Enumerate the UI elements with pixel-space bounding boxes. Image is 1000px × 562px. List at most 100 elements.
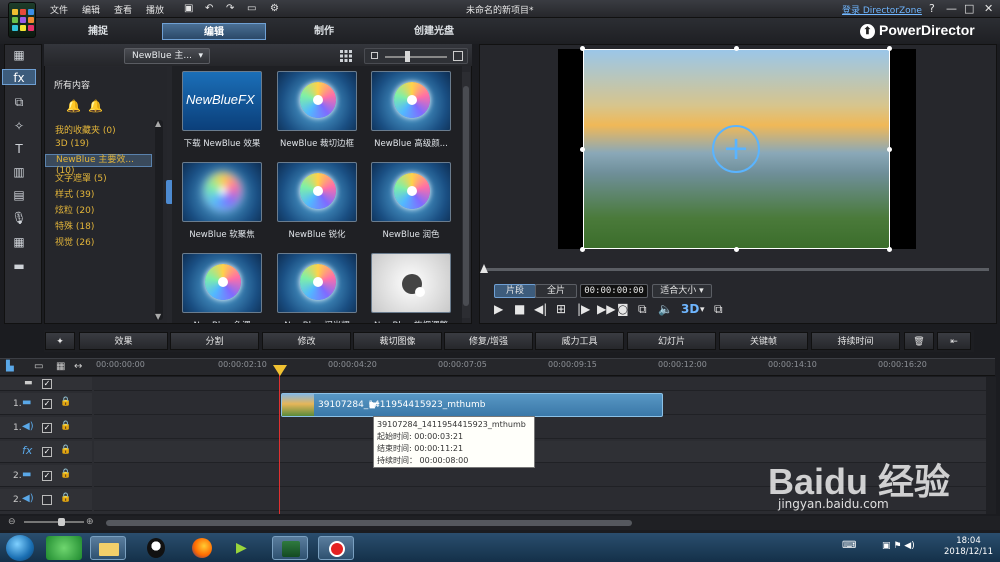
subtitle-room-icon[interactable]: ▬	[9, 258, 29, 274]
save-icon[interactable]: ▣	[184, 3, 193, 14]
qq-icon[interactable]	[138, 536, 174, 560]
effect-room-icon[interactable]: fx	[2, 69, 36, 85]
tab-capture[interactable]: 捕捉	[46, 23, 150, 40]
maximize-button[interactable]: □	[964, 2, 974, 15]
storyboard-view-icon[interactable]: ▭	[34, 361, 43, 372]
effect-thumb-soft-focus[interactable]	[182, 162, 262, 222]
3d-toggle[interactable]: 3D	[681, 302, 699, 316]
chevron-down-icon[interactable]: ▾	[700, 305, 705, 315]
timeline-horizontal-scrollbar[interactable]	[0, 516, 1000, 530]
voice-over-icon[interactable]: 🎙	[9, 210, 29, 226]
resize-handle[interactable]	[887, 147, 892, 152]
category-dropdown[interactable]: NewBlue 主... ▾	[124, 48, 210, 64]
video-track-2-checkbox[interactable]: ✓	[42, 471, 52, 481]
category-item-3d[interactable]: 3D (19)	[55, 139, 89, 149]
powerdirector-taskbar-icon[interactable]	[272, 536, 308, 560]
effect-thumb-retouch[interactable]	[371, 162, 451, 222]
slider-thumb[interactable]	[405, 51, 410, 62]
login-directorzone-link[interactable]: 登录 DirectorZone	[842, 3, 922, 16]
fast-forward-icon[interactable]: ▶▶	[597, 302, 615, 316]
remove-tag-icon[interactable]: 🔔	[88, 99, 103, 113]
previous-frame-icon[interactable]: ◀|	[534, 302, 547, 316]
magic-tool-icon[interactable]: ✦	[45, 332, 75, 350]
fit-dropdown[interactable]: 适合大小 ▾	[652, 284, 712, 298]
taskbar-clock[interactable]: 18:04 2018/12/11	[944, 536, 993, 558]
tab-produce[interactable]: 制作	[272, 23, 376, 40]
track-manager-icon[interactable]: ▦	[56, 361, 65, 372]
menu-file[interactable]: 文件	[50, 3, 68, 16]
track-lane[interactable]	[94, 417, 986, 439]
fx-track-checkbox[interactable]: ✓	[42, 447, 52, 457]
resize-handle[interactable]	[887, 46, 892, 51]
timecode-display[interactable]: 00:00:00:00	[580, 284, 648, 298]
lock-icon[interactable]: 🔒	[60, 445, 71, 455]
play-icon[interactable]: ▶	[494, 302, 503, 316]
modify-button[interactable]: 修改	[262, 332, 351, 350]
redo-icon[interactable]: ↷	[226, 3, 234, 14]
zoom-in-icon[interactable]: ⊕	[86, 517, 94, 527]
split-button[interactable]: 分割	[170, 332, 259, 350]
menu-play[interactable]: 播放	[146, 3, 164, 16]
particle-room-icon[interactable]: ✧	[9, 118, 29, 134]
resize-handle[interactable]	[887, 247, 892, 252]
firefox-icon[interactable]	[184, 536, 220, 560]
crop-image-button[interactable]: 裁切图像	[353, 332, 442, 350]
resize-handle[interactable]	[580, 247, 585, 252]
media-room-icon[interactable]: ▦	[9, 47, 29, 63]
tab-edit[interactable]: 编辑	[162, 23, 266, 40]
effect-thumb-sharpen[interactable]	[277, 162, 357, 222]
menu-view[interactable]: 查看	[114, 3, 132, 16]
tab-create-disc[interactable]: 创建光盘	[382, 23, 486, 40]
scroll-up-icon[interactable]: ▲	[155, 119, 161, 128]
move-crosshair-icon[interactable]: +	[712, 125, 760, 173]
preview-seek-bar[interactable]	[483, 268, 989, 271]
media-player-icon[interactable]: ▶	[228, 536, 264, 560]
pip-room-icon[interactable]: ⧉	[9, 94, 29, 110]
effect-button[interactable]: 效果	[79, 332, 168, 350]
keyboard-icon[interactable]: ⌨	[842, 540, 856, 551]
effect-thumb-glow[interactable]	[277, 253, 357, 313]
zoom-slider-track[interactable]	[24, 521, 84, 523]
category-item-text-mask[interactable]: 文字遮罩 (5)	[55, 171, 107, 184]
movie-mode-button[interactable]: 全片	[535, 284, 577, 298]
effect-thumb-tone[interactable]	[182, 253, 262, 313]
resize-handle[interactable]	[580, 46, 585, 51]
undo-icon[interactable]: ↶	[205, 3, 213, 14]
lock-icon[interactable]: 🔒	[60, 397, 71, 407]
resize-handle[interactable]	[734, 46, 739, 51]
duration-button[interactable]: 持续时间	[811, 332, 900, 350]
category-item-visual[interactable]: 视觉 (26)	[55, 235, 94, 248]
add-tag-icon[interactable]: 🔔	[66, 99, 81, 113]
category-item-particle[interactable]: 炫粒 (20)	[55, 203, 94, 216]
trash-icon[interactable]: 🗑	[904, 332, 934, 350]
category-scrollbar[interactable]	[155, 120, 163, 320]
thumbnail-scrollbar[interactable]	[462, 72, 470, 318]
chapter-room-icon[interactable]: ▦	[9, 234, 29, 250]
scrollbar-thumb[interactable]	[106, 520, 632, 526]
scrollbar-thumb[interactable]	[463, 86, 469, 306]
track-lane[interactable]	[94, 377, 986, 391]
volume-icon[interactable]: 🔈	[658, 302, 673, 316]
screen-recorder-icon[interactable]	[318, 536, 354, 560]
effect-thumb-advanced-color[interactable]	[371, 71, 451, 131]
master-track-checkbox[interactable]: ✓	[42, 379, 52, 389]
scroll-down-icon[interactable]: ▼	[155, 312, 161, 321]
minimize-button[interactable]: —	[946, 2, 957, 15]
clip-mode-button[interactable]: 片段	[494, 284, 536, 298]
title-room-icon[interactable]: T	[9, 141, 29, 157]
lock-icon[interactable]: 🔒	[60, 469, 71, 479]
keyframe-button[interactable]: 关键帧	[719, 332, 808, 350]
zoom-out-icon[interactable]: ⊖	[8, 517, 16, 527]
layout-icon[interactable]: ▭	[247, 3, 256, 14]
next-frame-icon[interactable]: |▶	[577, 302, 590, 316]
slideshow-button[interactable]: 幻灯片	[627, 332, 716, 350]
effect-thumb-crop-border[interactable]	[277, 71, 357, 131]
audio-mixing-icon[interactable]: ▤	[9, 187, 29, 203]
fix-enhance-button[interactable]: 修复/增强	[444, 332, 533, 350]
category-item-special[interactable]: 特殊 (18)	[55, 219, 94, 232]
snapshot-icon[interactable]: ◙	[617, 302, 629, 316]
video-track-1-checkbox[interactable]: ✓	[42, 399, 52, 409]
undock-icon[interactable]: ⧉	[638, 302, 647, 317]
resize-handle[interactable]	[580, 147, 585, 152]
360-browser-icon[interactable]	[46, 536, 82, 560]
